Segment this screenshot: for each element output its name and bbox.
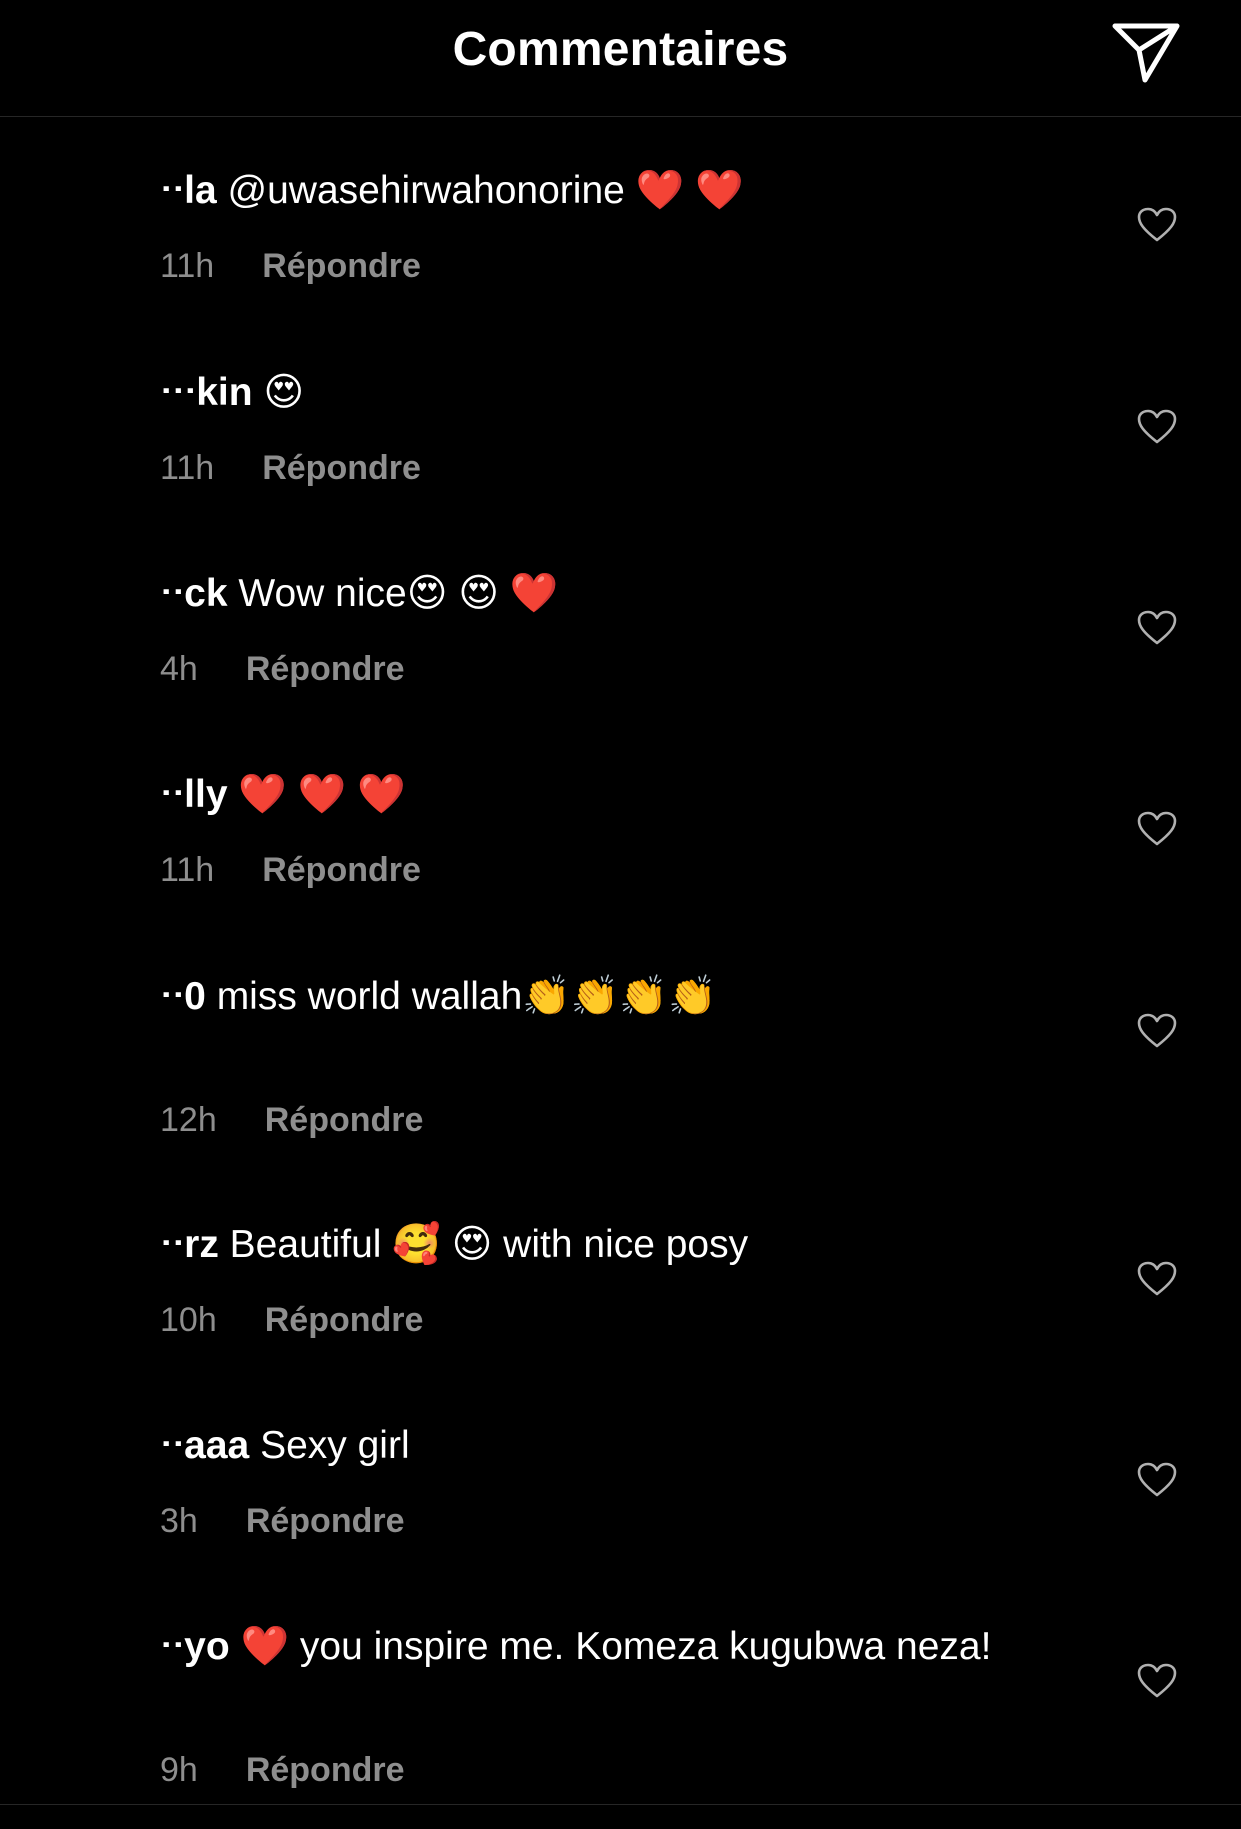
- comment-time: 3h: [160, 1502, 198, 1540]
- comment-meta: 3h Répondre: [160, 1502, 405, 1541]
- heart-icon[interactable]: [1137, 811, 1177, 847]
- page-title: Commentaires: [452, 23, 789, 76]
- reply-button[interactable]: Répondre: [246, 650, 405, 689]
- comment-text: Sexy girl: [260, 1424, 410, 1467]
- heart-icon[interactable]: [1137, 1013, 1177, 1049]
- comment-time: 9h: [160, 1751, 198, 1789]
- comment-username[interactable]: ᐧᐧaaa: [160, 1424, 249, 1467]
- reply-button[interactable]: Répondre: [246, 1502, 405, 1541]
- comment-time: 4h: [160, 650, 198, 688]
- comment-time: 11h: [160, 449, 215, 487]
- comment-text: Beautiful 🥰 😍 with nice posy: [229, 1223, 749, 1266]
- comment-text: @uwasehirwahonorine ❤️ ❤️: [227, 169, 744, 212]
- comment-body: ᐧᐧla @uwasehirwahonorine ❤️ ❤️: [160, 167, 1060, 214]
- send-icon[interactable]: [1111, 18, 1181, 84]
- bottom-divider: [0, 1804, 1241, 1805]
- comment-text: miss world wallah👏👏👏👏: [216, 975, 717, 1018]
- reply-button[interactable]: Répondre: [265, 1301, 424, 1340]
- comment-username[interactable]: ᐧᐧlly: [160, 773, 228, 816]
- heart-icon[interactable]: [1137, 610, 1177, 646]
- comment-username[interactable]: ᐧᐧyo: [160, 1625, 230, 1668]
- comment-username[interactable]: ᐧᐧ0: [160, 975, 206, 1018]
- comment-username[interactable]: ᐧᐧrz: [160, 1223, 219, 1266]
- comment-username[interactable]: ᐧᐧck: [160, 572, 228, 615]
- reply-button[interactable]: Répondre: [262, 851, 421, 890]
- comments-header: Commentaires: [0, 0, 1241, 117]
- heart-icon[interactable]: [1137, 1261, 1177, 1297]
- comment-body: ᐧᐧck Wow nice😍 😍 ❤️: [160, 570, 1060, 617]
- reply-button[interactable]: Répondre: [262, 449, 421, 488]
- comment-body: ᐧᐧyo ❤️ you inspire me. Komeza kugubwa n…: [160, 1623, 1060, 1670]
- comment-text: ❤️ ❤️ ❤️: [238, 773, 406, 816]
- heart-icon[interactable]: [1137, 409, 1177, 445]
- comment-time: 10h: [160, 1301, 217, 1339]
- comment-meta: 11h Répondre: [160, 449, 421, 488]
- heart-icon[interactable]: [1137, 1462, 1177, 1498]
- comment-meta: 11h Répondre: [160, 247, 421, 286]
- comment-body: ᐧᐧᐧkin 😍: [160, 369, 1060, 416]
- heart-icon[interactable]: [1137, 207, 1177, 243]
- comment-meta: 11h Répondre: [160, 851, 421, 890]
- comment-text: Wow nice😍 😍 ❤️: [238, 572, 559, 615]
- comment-text: ❤️ you inspire me. Komeza kugubwa neza!: [240, 1625, 992, 1668]
- comment-username[interactable]: ᐧᐧla: [160, 169, 217, 212]
- reply-button[interactable]: Répondre: [262, 247, 421, 286]
- comment-time: 11h: [160, 851, 215, 889]
- comment-body: ᐧᐧrz Beautiful 🥰 😍 with nice posy: [160, 1221, 1060, 1268]
- comment-meta: 9h Répondre: [160, 1751, 405, 1790]
- comment-meta: 4h Répondre: [160, 650, 405, 689]
- comment-time: 12h: [160, 1101, 217, 1139]
- reply-button[interactable]: Répondre: [246, 1751, 405, 1790]
- comment-username[interactable]: ᐧᐧᐧkin: [160, 371, 253, 414]
- comment-meta: 10h Répondre: [160, 1301, 423, 1340]
- reply-button[interactable]: Répondre: [265, 1101, 424, 1140]
- heart-icon[interactable]: [1137, 1663, 1177, 1699]
- comment-body: ᐧᐧ0 miss world wallah👏👏👏👏: [160, 973, 1060, 1020]
- comment-meta: 12h Répondre: [160, 1101, 423, 1140]
- comment-body: ᐧᐧlly ❤️ ❤️ ❤️: [160, 771, 1060, 818]
- comment-text: 😍: [263, 371, 305, 414]
- comment-body: ᐧᐧaaa Sexy girl: [160, 1422, 1060, 1469]
- comment-time: 11h: [160, 247, 215, 285]
